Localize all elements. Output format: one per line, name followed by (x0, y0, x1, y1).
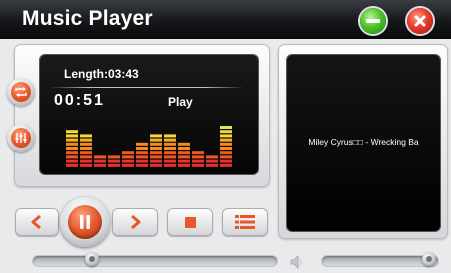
x-icon (414, 15, 426, 27)
equalizer-bar (150, 134, 162, 167)
equalizer-settings-button[interactable] (7, 124, 35, 152)
minus-icon (366, 19, 380, 23)
equalizer-bar (164, 134, 176, 167)
repeat-icon (15, 87, 27, 97)
progress-slider[interactable] (33, 256, 277, 266)
chevron-left-icon (31, 215, 41, 229)
window-title: Music Player (22, 7, 153, 30)
volume-slider-handle[interactable] (421, 252, 436, 266)
equalizer-visualizer (66, 126, 232, 167)
minimize-button[interactable] (360, 8, 386, 34)
playlist-button[interactable] (222, 208, 268, 236)
chevron-right-icon (131, 215, 141, 229)
equalizer-bar (94, 155, 106, 167)
equalizer-bar (220, 126, 232, 167)
equalizer-bar (192, 151, 204, 167)
stop-icon (184, 216, 196, 228)
equalizer-bar (108, 155, 120, 167)
next-button[interactable] (112, 208, 158, 236)
equalizer-bar (122, 151, 134, 167)
equalizer-bar (80, 134, 92, 167)
equalizer-bar (206, 155, 218, 167)
playback-state: Play (168, 95, 193, 109)
equalizer-bar (66, 130, 78, 167)
volume-slider[interactable] (322, 256, 438, 266)
elapsed-time: 00:51 (54, 92, 105, 109)
equalizer-bar (178, 142, 190, 167)
close-button[interactable] (407, 8, 433, 34)
pause-icon (80, 215, 90, 229)
equalizer-icon (15, 133, 27, 143)
equalizer-bar (136, 142, 148, 167)
pause-button[interactable] (60, 197, 110, 247)
speaker-icon (290, 255, 302, 269)
title-bar: Music Player (0, 0, 451, 39)
repeat-button[interactable] (7, 78, 35, 106)
display-divider (50, 87, 244, 88)
track-length: Length:03:43 (64, 67, 139, 81)
stop-button[interactable] (167, 208, 213, 236)
previous-button[interactable] (15, 208, 59, 236)
now-playing-title: Miley Cyrus□□ - Wrecking Ba (308, 137, 419, 147)
progress-slider-handle[interactable] (84, 252, 99, 266)
list-icon (235, 215, 255, 229)
